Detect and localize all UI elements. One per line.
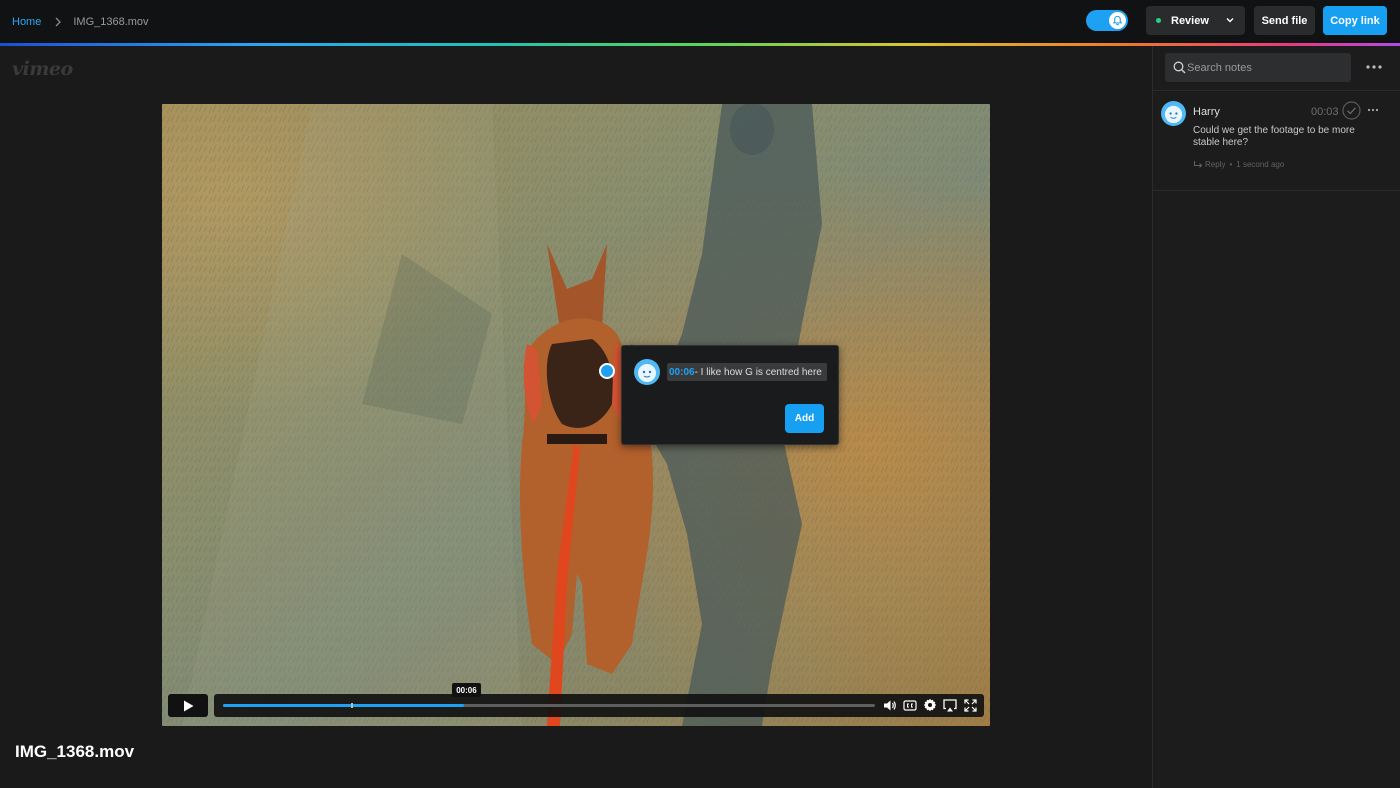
chevron-right-icon (53, 17, 63, 27)
review-status-dropdown[interactable]: Review (1146, 6, 1245, 35)
annotation-popup: 00:06 - I like how G is centred here Add (621, 345, 839, 445)
settings-gear-icon[interactable] (922, 697, 938, 713)
note-age: 1 second ago (1236, 160, 1285, 169)
main-panel: vimeo 00:06 - I like how G is centred he… (0, 46, 1152, 788)
note-timestamp[interactable]: 00:03 (1311, 106, 1339, 118)
note-item[interactable]: Harry 00:03 Could we get the footage to … (1153, 91, 1400, 191)
breadcrumb-home-link[interactable]: Home (12, 16, 41, 28)
video-player[interactable]: 00:06 - I like how G is centred here Add… (162, 104, 990, 726)
chevron-down-icon (1226, 18, 1234, 23)
review-label: Review (1171, 14, 1209, 27)
video-frame (162, 104, 990, 726)
meta-separator: • (1229, 160, 1233, 169)
status-dot-icon (1156, 18, 1161, 23)
note-meta: Reply • 1 second ago (1193, 160, 1284, 169)
progress-bar[interactable] (223, 703, 875, 708)
reply-button[interactable]: Reply (1193, 160, 1225, 169)
resolve-check-icon[interactable] (1342, 101, 1361, 120)
reply-label: Reply (1205, 160, 1226, 169)
user-avatar-icon (634, 359, 660, 385)
breadcrumb: Home IMG_1368.mov (12, 0, 149, 43)
note-tick[interactable] (351, 703, 353, 708)
annotation-text: - I like how G is centred here (694, 366, 822, 378)
player-controls (882, 697, 978, 713)
fullscreen-icon[interactable] (962, 697, 978, 713)
breadcrumb-current-file: IMG_1368.mov (73, 15, 149, 28)
note-more-icon[interactable] (1367, 105, 1379, 115)
control-bar (214, 694, 984, 717)
annotation-marker[interactable] (599, 363, 615, 379)
notifications-toggle[interactable] (1086, 10, 1128, 31)
top-bar: Home IMG_1368.mov Review Send file Copy … (0, 0, 1400, 43)
search-icon (1173, 61, 1186, 74)
airplay-icon[interactable] (942, 697, 958, 713)
play-button[interactable] (168, 694, 208, 717)
reply-arrow-icon (1194, 161, 1203, 168)
send-file-button[interactable]: Send file (1254, 6, 1315, 35)
note-text: Could we get the footage to be more stab… (1193, 125, 1355, 148)
more-options-icon[interactable] (1365, 59, 1383, 75)
note-author: Harry (1193, 106, 1220, 118)
play-icon (183, 700, 193, 711)
search-notes-box (1165, 53, 1351, 82)
vimeo-logo: vimeo (12, 58, 73, 80)
bell-icon (1109, 12, 1126, 29)
annotation-input[interactable]: 00:06 - I like how G is centred here (667, 363, 827, 381)
closed-captions-icon[interactable] (902, 697, 918, 713)
user-avatar-icon (1161, 101, 1186, 126)
volume-icon[interactable] (882, 697, 898, 713)
copy-link-button[interactable]: Copy link (1323, 6, 1387, 35)
annotation-timestamp: 00:06 (669, 366, 695, 378)
notes-sidebar: Harry 00:03 Could we get the footage to … (1152, 46, 1400, 788)
search-notes-input[interactable] (1187, 53, 1347, 82)
add-note-button[interactable]: Add (785, 404, 824, 433)
video-title: IMG_1368.mov (15, 742, 135, 761)
progress-fill (223, 704, 465, 707)
